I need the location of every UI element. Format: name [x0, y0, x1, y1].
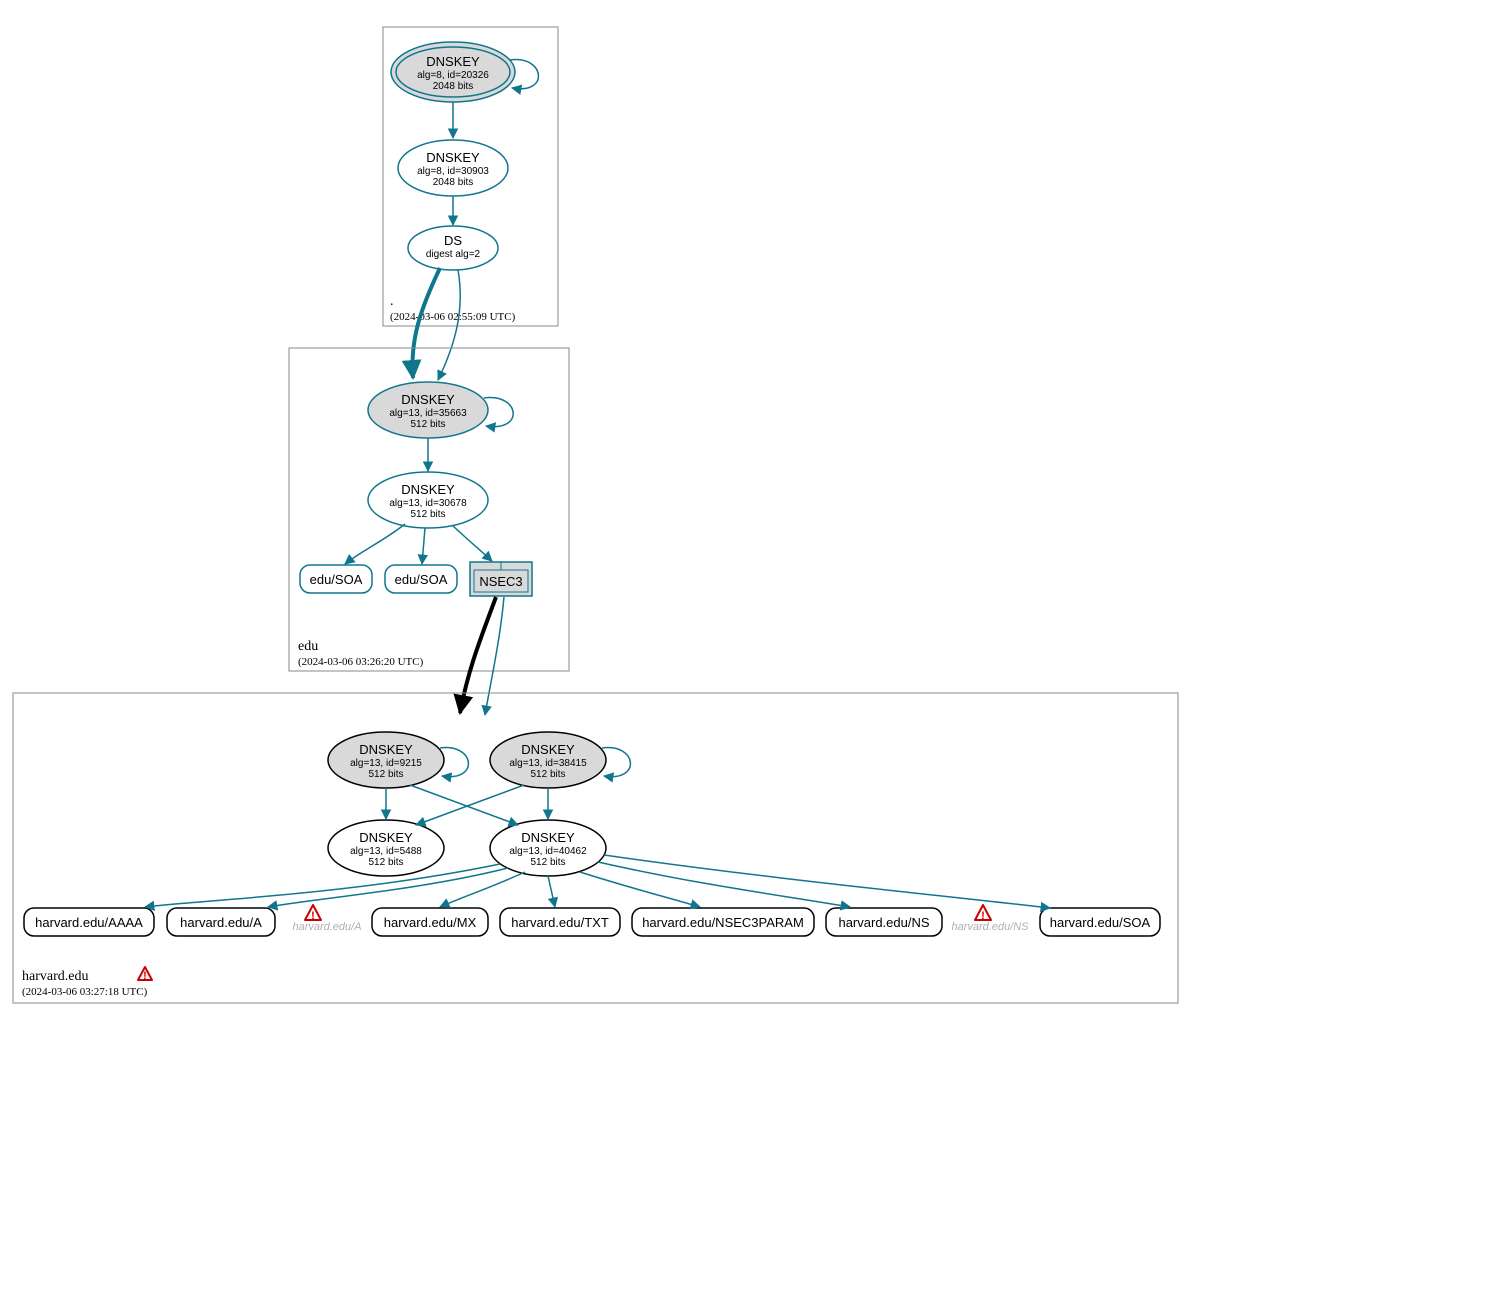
edge-hzsk2-txt	[548, 876, 555, 907]
edge-hzsk2-nsec3p	[580, 872, 700, 907]
node-h-mx: harvard.edu/MX	[372, 908, 488, 936]
edge-edu-harvard-bold	[460, 597, 496, 713]
node-h-ksk2: DNSKEY alg=13, id=38415 512 bits	[490, 732, 630, 788]
edge-hksk2-hzsk1	[416, 785, 524, 825]
node-h-a: harvard.edu/A	[167, 908, 275, 936]
zone-harvard: harvard.edu (2024-03-06 03:27:18 UTC) ! …	[13, 693, 1178, 1003]
zone-harvard-timestamp: (2024-03-06 03:27:18 UTC)	[22, 986, 148, 998]
svg-text:harvard.edu/NS: harvard.edu/NS	[951, 921, 1029, 933]
node-edu-nsec3: NSEC3	[470, 562, 532, 596]
svg-text:2048 bits: 2048 bits	[433, 81, 474, 92]
svg-text:DNSKEY: DNSKEY	[359, 742, 413, 757]
node-root-zsk: DNSKEY alg=8, id=30903 2048 bits	[398, 140, 508, 196]
svg-text:512 bits: 512 bits	[530, 769, 565, 780]
svg-text:harvard.edu/SOA: harvard.edu/SOA	[1050, 915, 1151, 930]
svg-text:edu/SOA: edu/SOA	[395, 572, 448, 587]
edge-root-edu-thin	[438, 270, 460, 380]
node-h-a-warn: ! harvard.edu/A	[292, 905, 361, 933]
edge-root-edu-bold	[412, 268, 440, 378]
edge-hzsk2-aaaa	[145, 864, 500, 907]
edge-edu-zsk-soa2	[422, 528, 425, 564]
edge-edu-zsk-nsec3	[452, 525, 492, 561]
zone-root: . (2024-03-06 02:55:09 UTC) DNSKEY alg=8…	[383, 27, 558, 326]
svg-text:digest alg=2: digest alg=2	[426, 249, 481, 260]
svg-text:harvard.edu/A: harvard.edu/A	[180, 915, 262, 930]
svg-text:512 bits: 512 bits	[410, 509, 445, 520]
svg-text:edu/SOA: edu/SOA	[310, 572, 363, 587]
svg-text:NSEC3: NSEC3	[479, 574, 522, 589]
zone-edu-timestamp: (2024-03-06 03:26:20 UTC)	[298, 656, 424, 668]
svg-text:alg=13, id=38415: alg=13, id=38415	[509, 758, 587, 769]
svg-text:alg=13, id=35663: alg=13, id=35663	[389, 408, 467, 419]
node-h-ns-warn: ! harvard.edu/NS	[951, 905, 1029, 933]
zone-harvard-warn-icon: !	[138, 967, 152, 982]
node-edu-ksk: DNSKEY alg=13, id=35663 512 bits	[368, 382, 513, 438]
zone-harvard-label: harvard.edu	[22, 969, 88, 984]
zone-edu-label: edu	[298, 639, 318, 654]
node-edu-soa1: edu/SOA	[300, 565, 372, 593]
svg-text:harvard.edu/AAAA: harvard.edu/AAAA	[35, 915, 143, 930]
svg-text:512 bits: 512 bits	[368, 857, 403, 868]
edge-hksk1-hzsk2	[410, 785, 518, 825]
node-h-nsec3param: harvard.edu/NSEC3PARAM	[632, 908, 814, 936]
zone-root-label: .	[390, 294, 394, 309]
edge-hzsk2-ns	[598, 862, 850, 907]
node-h-txt: harvard.edu/TXT	[500, 908, 620, 936]
svg-text:512 bits: 512 bits	[530, 857, 565, 868]
svg-text:512 bits: 512 bits	[410, 419, 445, 430]
node-edu-zsk: DNSKEY alg=13, id=30678 512 bits	[368, 472, 488, 528]
svg-text:alg=8, id=20326: alg=8, id=20326	[417, 70, 489, 81]
svg-text:DNSKEY: DNSKEY	[401, 482, 455, 497]
svg-text:harvard.edu/NSEC3PARAM: harvard.edu/NSEC3PARAM	[642, 915, 804, 930]
svg-text:DNSKEY: DNSKEY	[521, 742, 575, 757]
svg-text:harvard.edu/A: harvard.edu/A	[292, 921, 361, 933]
svg-text:2048 bits: 2048 bits	[433, 177, 474, 188]
svg-text:512 bits: 512 bits	[368, 769, 403, 780]
svg-text:alg=13, id=9215: alg=13, id=9215	[350, 758, 422, 769]
svg-text:alg=13, id=30678: alg=13, id=30678	[389, 498, 467, 509]
svg-text:harvard.edu/TXT: harvard.edu/TXT	[511, 915, 609, 930]
node-root-ksk: DNSKEY alg=8, id=20326 2048 bits	[391, 42, 538, 102]
edge-hzsk2-soa	[604, 855, 1050, 908]
svg-text:DNSKEY: DNSKEY	[521, 830, 575, 845]
node-h-ksk1: DNSKEY alg=13, id=9215 512 bits	[328, 732, 468, 788]
node-h-soa: harvard.edu/SOA	[1040, 908, 1160, 936]
node-h-ns: harvard.edu/NS	[826, 908, 942, 936]
svg-text:DNSKEY: DNSKEY	[359, 830, 413, 845]
svg-text:DNSKEY: DNSKEY	[426, 54, 480, 69]
svg-text:alg=13, id=40462: alg=13, id=40462	[509, 846, 587, 857]
edge-edu-zsk-soa1	[345, 524, 405, 564]
svg-text:alg=8, id=30903: alg=8, id=30903	[417, 166, 489, 177]
node-h-aaaa: harvard.edu/AAAA	[24, 908, 154, 936]
svg-text:DNSKEY: DNSKEY	[426, 150, 480, 165]
svg-text:DNSKEY: DNSKEY	[401, 392, 455, 407]
svg-text:alg=13, id=5488: alg=13, id=5488	[350, 846, 422, 857]
dnssec-graph: . (2024-03-06 02:55:09 UTC) DNSKEY alg=8…	[0, 0, 1491, 1308]
svg-text:harvard.edu/NS: harvard.edu/NS	[838, 915, 929, 930]
node-h-zsk1: DNSKEY alg=13, id=5488 512 bits	[328, 820, 444, 876]
svg-text:DS: DS	[444, 233, 462, 248]
zone-root-timestamp: (2024-03-06 02:55:09 UTC)	[390, 311, 516, 323]
node-edu-soa2: edu/SOA	[385, 565, 457, 593]
edge-hzsk2-mx	[440, 872, 525, 907]
node-root-ds: DS digest alg=2	[408, 226, 498, 270]
zone-edu: edu (2024-03-06 03:26:20 UTC) DNSKEY alg…	[289, 348, 569, 671]
svg-text:!: !	[143, 970, 147, 982]
svg-text:harvard.edu/MX: harvard.edu/MX	[384, 915, 477, 930]
